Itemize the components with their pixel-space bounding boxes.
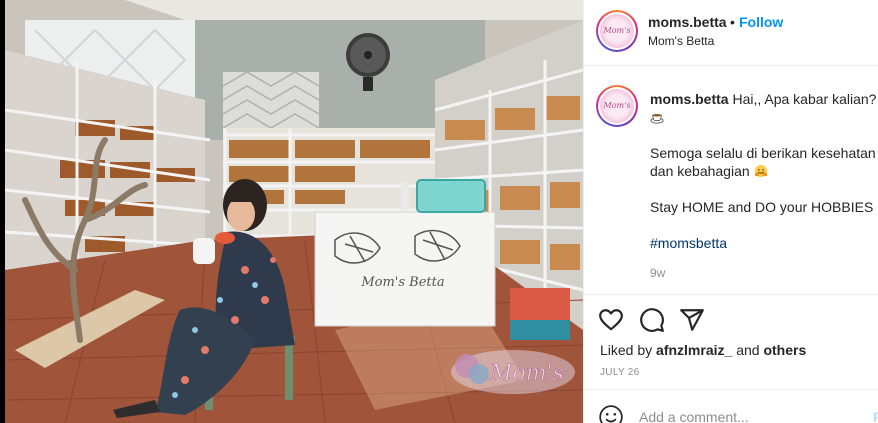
avatar-logo-text: Mom's (603, 26, 631, 35)
post-details-panel: Mom's moms.betta • Follow Mom's Betta Mo… (583, 0, 878, 423)
liked-by-user[interactable]: afnzlmraiz_ (656, 342, 732, 358)
post-date[interactable]: JULY 26 (600, 367, 640, 378)
liked-others-link[interactable]: others (763, 342, 806, 358)
action-bar (584, 300, 878, 340)
liked-and: and (736, 342, 760, 358)
caption-username[interactable]: moms.betta (650, 91, 729, 107)
hashtag-link[interactable]: #momsbetta (650, 235, 727, 251)
avatar[interactable]: Mom's (596, 10, 638, 52)
location-link[interactable]: Mom's Betta (648, 34, 714, 48)
caption-avatar[interactable]: Mom's (596, 85, 638, 127)
comment-bar: P (584, 389, 878, 423)
comment-icon[interactable] (639, 307, 665, 333)
hugging-face-emoji-icon (754, 164, 767, 178)
smiley-icon[interactable] (598, 404, 624, 423)
photo-watermark: Mom's (489, 361, 564, 386)
instagram-post-modal: Mom's Betta Mom's Mom's moms.betta • Fol… (0, 0, 878, 423)
avatar-logo-text: Mom's (603, 101, 631, 110)
post-photo[interactable]: Mom's Betta Mom's (5, 0, 583, 423)
comment-input[interactable] (639, 409, 859, 423)
header-username[interactable]: moms.betta (648, 14, 727, 30)
coffee-emoji-icon (650, 113, 664, 124)
post-header: Mom's moms.betta • Follow Mom's Betta (584, 0, 878, 66)
post-caption: Mom's moms.betta Hai,, Apa kabar kalian? (584, 66, 878, 295)
post-time-ago[interactable]: 9w (650, 266, 665, 280)
avatar-image: Mom's (600, 89, 634, 123)
follow-button[interactable]: Follow (739, 14, 783, 30)
table-sign-text: Mom's Betta (360, 275, 444, 290)
liked-by-prefix: Liked by (600, 342, 653, 358)
heart-icon[interactable] (598, 307, 624, 333)
likes-summary: Liked by afnzlmraiz_ and others (600, 342, 806, 358)
caption-line-1: Hai,, Apa kabar kalian? (732, 91, 877, 107)
caption-line-3: Stay HOME and DO your HOBBIES (650, 199, 874, 215)
avatar-image: Mom's (600, 14, 634, 48)
separator-dot: • (730, 14, 735, 30)
photo-illustration: Mom's Betta Mom's (5, 0, 583, 423)
post-comment-button[interactable]: P (873, 409, 878, 423)
caption-text: moms.betta Hai,, Apa kabar kalian? Semog… (650, 90, 878, 252)
share-icon[interactable] (679, 307, 705, 333)
